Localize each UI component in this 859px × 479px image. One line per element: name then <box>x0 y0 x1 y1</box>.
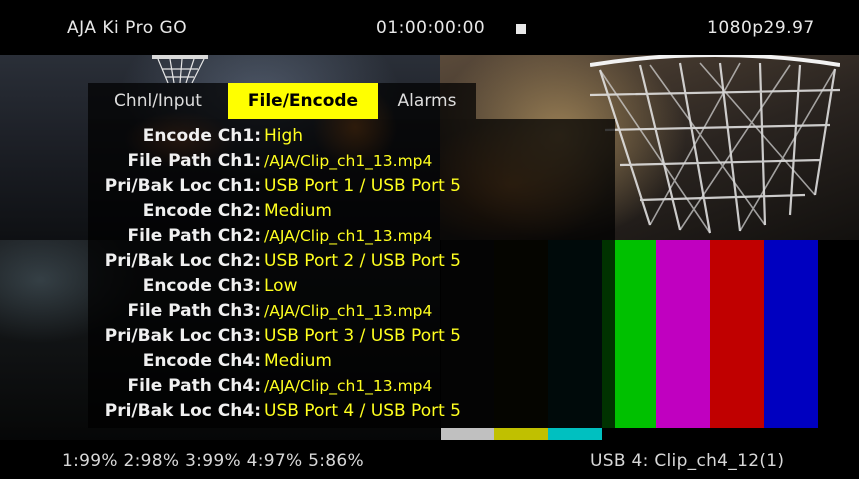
setting-row-location-ch3: Pri/Bak Loc Ch3: USB Port 3 / USB Port 5 <box>88 324 615 348</box>
color-bar <box>656 240 710 428</box>
color-bar-chip <box>602 428 656 440</box>
stop-icon <box>516 24 526 34</box>
setting-label: Encode Ch4: <box>142 351 261 371</box>
setting-row-encode-ch3: Encode Ch3: Low <box>88 274 615 298</box>
setting-row-file-path-ch4: File Path Ch4: /AJA/Clip_ch1_13.mp4 <box>88 374 615 398</box>
video-format: 1080p29.97 <box>707 18 815 38</box>
setting-label: File Path Ch4: <box>127 376 261 396</box>
setting-value[interactable]: USB Port 2 / USB Port 5 <box>264 249 461 273</box>
setting-value[interactable]: USB Port 4 / USB Port 5 <box>264 399 461 423</box>
storage-capacity: 1:99% 2:98% 3:99% 4:97% 5:86% <box>62 451 364 471</box>
menu-tabs: Chnl/Input File/Encode Alarms <box>88 83 476 119</box>
setting-label: File Path Ch2: <box>127 226 261 246</box>
tab-alarms[interactable]: Alarms <box>378 83 476 119</box>
bottom-status-bar: 1:99% 2:98% 3:99% 4:97% 5:86% USB 4: Cli… <box>0 440 859 479</box>
timecode: 01:00:00:00 <box>376 18 486 38</box>
setting-row-file-path-ch1: File Path Ch1: /AJA/Clip_ch1_13.mp4 <box>88 149 615 173</box>
setting-value[interactable]: /AJA/Clip_ch1_13.mp4 <box>264 374 432 398</box>
setting-value[interactable]: /AJA/Clip_ch1_13.mp4 <box>264 149 432 173</box>
setting-label: Pri/Bak Loc Ch4: <box>104 401 261 421</box>
setting-row-file-path-ch3: File Path Ch3: /AJA/Clip_ch1_13.mp4 <box>88 299 615 323</box>
setting-label: File Path Ch1: <box>127 151 261 171</box>
setting-value[interactable]: USB Port 1 / USB Port 5 <box>264 174 461 198</box>
setting-label: Encode Ch1: <box>142 126 261 146</box>
setting-label: Encode Ch3: <box>142 276 261 296</box>
setting-value[interactable]: Medium <box>264 349 332 373</box>
color-bar-chip <box>548 428 602 440</box>
setting-label: File Path Ch3: <box>127 301 261 321</box>
file-encode-panel: Encode Ch1: High File Path Ch1: /AJA/Cli… <box>88 119 615 428</box>
top-status-bar: AJA Ki Pro GO 01:00:00:00 1080p29.97 <box>0 0 859 55</box>
setting-label: Encode Ch2: <box>142 201 261 221</box>
setting-row-encode-ch4: Encode Ch4: Medium <box>88 349 615 373</box>
tab-file-encode[interactable]: File/Encode <box>228 83 378 119</box>
setting-row-file-path-ch2: File Path Ch2: /AJA/Clip_ch1_13.mp4 <box>88 224 615 248</box>
setting-label: Pri/Bak Loc Ch3: <box>104 326 261 346</box>
setting-value[interactable]: High <box>264 124 303 148</box>
setting-row-encode-ch1: Encode Ch1: High <box>88 124 615 148</box>
color-bar <box>710 240 764 428</box>
basketball-net-graphic <box>590 55 840 234</box>
setting-row-location-ch1: Pri/Bak Loc Ch1: USB Port 1 / USB Port 5 <box>88 174 615 198</box>
tab-chnl-input[interactable]: Chnl/Input <box>88 83 228 119</box>
color-bar-chip <box>494 428 548 440</box>
color-bar-chip <box>441 428 494 440</box>
setting-value[interactable]: Medium <box>264 199 332 223</box>
setting-row-location-ch4: Pri/Bak Loc Ch4: USB Port 4 / USB Port 5 <box>88 399 615 423</box>
device-name: AJA Ki Pro GO <box>67 18 188 38</box>
setting-value[interactable]: /AJA/Clip_ch1_13.mp4 <box>264 224 432 248</box>
current-clip: USB 4: Clip_ch4_12(1) <box>590 451 785 471</box>
setting-value[interactable]: Low <box>264 274 297 298</box>
setting-label: Pri/Bak Loc Ch1: <box>104 176 261 196</box>
setting-value[interactable]: USB Port 3 / USB Port 5 <box>264 324 461 348</box>
setting-row-encode-ch2: Encode Ch2: Medium <box>88 199 615 223</box>
setting-value[interactable]: /AJA/Clip_ch1_13.mp4 <box>264 299 432 323</box>
setting-label: Pri/Bak Loc Ch2: <box>104 251 261 271</box>
basketball-hoop-graphic <box>152 55 208 84</box>
setting-row-location-ch2: Pri/Bak Loc Ch2: USB Port 2 / USB Port 5 <box>88 249 615 273</box>
color-bar <box>764 240 818 428</box>
